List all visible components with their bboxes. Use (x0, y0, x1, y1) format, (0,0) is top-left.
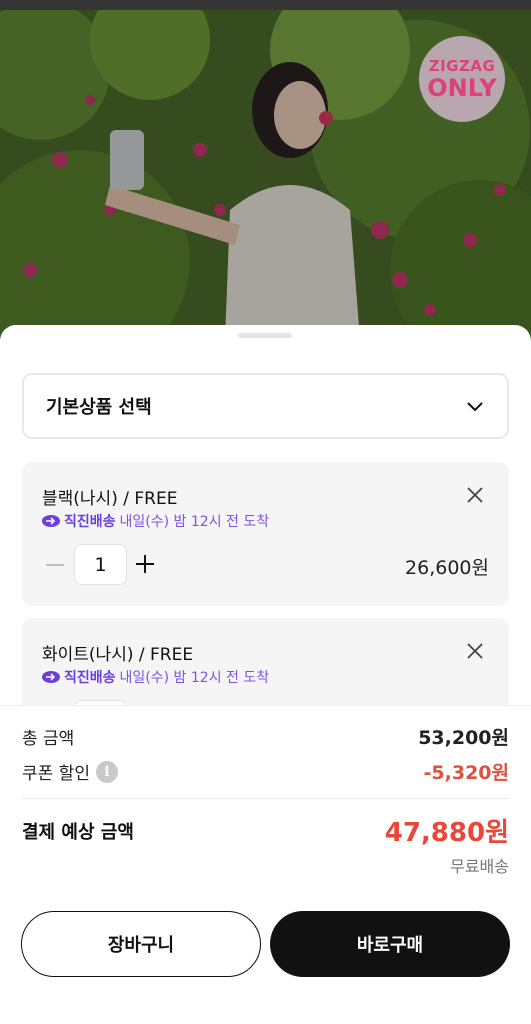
express-shipping-icon (42, 515, 60, 527)
shipping-info: 직진배송 내일(수) 밤 12시 전 도착 (42, 511, 269, 531)
remove-option-icon[interactable] (466, 486, 484, 504)
coupon-value: -5,320원 (423, 762, 509, 784)
option-price: 26,600원 (405, 557, 489, 579)
product-photo: ZIGZAG ONLY (0, 0, 531, 340)
shipping-brand: 직진배송 (64, 514, 116, 530)
option-name: 화이트(나시) / FREE (42, 645, 194, 665)
coupon-discount-row: 쿠폰 할인 i -5,320원 (22, 758, 509, 785)
shipping-info: 직진배송 내일(수) 밤 12시 전 도착 (42, 667, 269, 687)
total-label: 총 금액 (22, 729, 75, 749)
option-select-dropdown[interactable]: 기본상품 선택 (22, 373, 509, 439)
total-amount-row: 총 금액 53,200원 (22, 723, 509, 750)
divider (22, 798, 509, 799)
express-shipping-icon (42, 671, 60, 683)
shipping-brand: 직진배송 (64, 670, 116, 686)
coupon-label-group: 쿠폰 할인 i (22, 759, 118, 784)
free-shipping-note: 무료배송 (450, 857, 509, 876)
sheet-drag-handle[interactable] (238, 333, 292, 338)
pay-value: 47,880원 (384, 818, 509, 848)
zigzag-only-badge: ZIGZAG ONLY (419, 36, 505, 122)
pay-label: 결제 예상 금액 (22, 821, 134, 843)
remove-option-icon[interactable] (466, 642, 484, 660)
option-name: 블랙(나시) / FREE (42, 489, 178, 509)
option-select-label: 기본상품 선택 (46, 397, 152, 418)
shipping-date: 내일(수) 밤 12시 전 도착 (119, 670, 270, 686)
expected-payment-row: 결제 예상 금액 47,880원 (22, 812, 509, 849)
shipping-date: 내일(수) 밤 12시 전 도착 (119, 514, 270, 530)
increase-quantity-button[interactable] (136, 555, 154, 573)
price-summary-footer: 총 금액 53,200원 쿠폰 할인 i -5,320원 결제 예상 금액 47… (0, 705, 531, 1024)
buy-now-button[interactable]: 바로구매 (270, 911, 510, 977)
coupon-label: 쿠폰 할인 (22, 764, 90, 784)
badge-line1: ZIGZAG (428, 56, 496, 75)
decrease-quantity-button[interactable] (46, 564, 64, 566)
total-value: 53,200원 (418, 727, 509, 749)
chevron-down-icon (467, 402, 483, 412)
add-to-cart-button[interactable]: 장바구니 (21, 911, 261, 977)
info-icon[interactable]: i (95, 760, 118, 783)
quantity-field[interactable]: 1 (74, 544, 127, 585)
badge-line2: ONLY (427, 73, 497, 102)
selected-option-card: 블랙(나시) / FREE 직진배송 내일(수) 밤 12시 전 도착 1 26… (22, 462, 509, 606)
